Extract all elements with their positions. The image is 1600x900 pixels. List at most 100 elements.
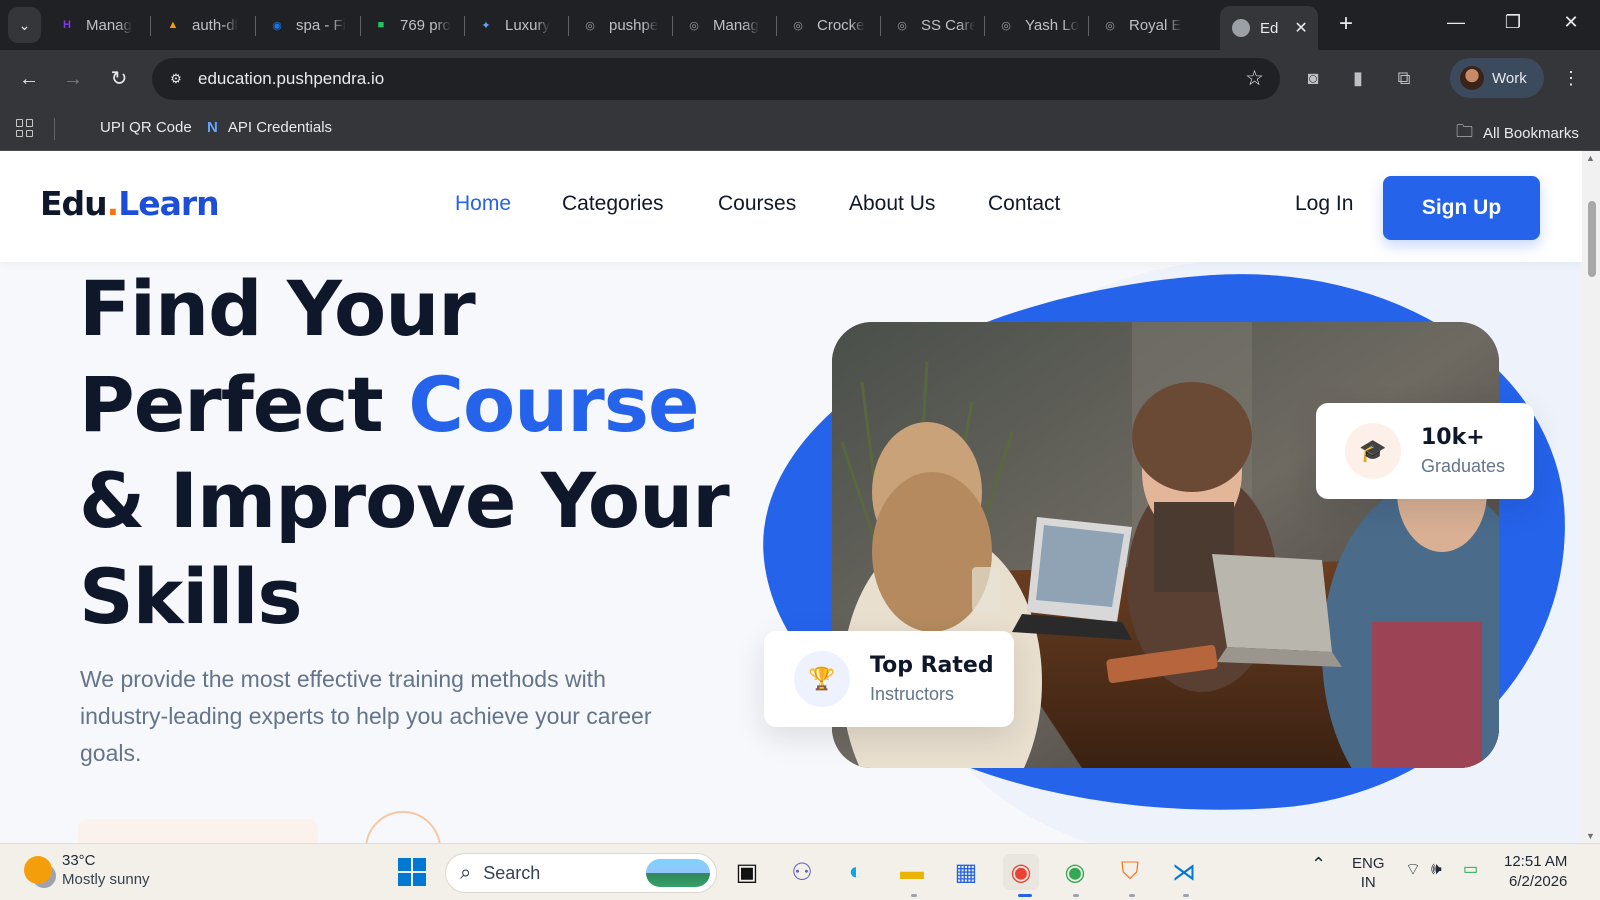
browser-tab-bar: ⌄ H Manag ▲ auth-dl ◉ spa - Fi ■ 769 pro… (0, 0, 1600, 50)
browser-tab[interactable]: H Manag (58, 8, 138, 42)
bookmarks-bar: UPI QR Code N API Credentials 🗀 All Book… (0, 106, 1600, 151)
windows-logo-icon (398, 858, 426, 886)
profile-button[interactable]: Work (1450, 58, 1544, 98)
camera-icon[interactable]: ◙ (1299, 64, 1327, 92)
scroll-down-icon[interactable]: ▼ (1586, 831, 1595, 841)
chrome-work-icon[interactable]: ◉ (1003, 854, 1039, 890)
browser-tab[interactable]: ◎ SS Care (893, 8, 975, 42)
all-bookmarks-label: All Bookmarks (1483, 125, 1579, 142)
language-indicator[interactable]: ENG IN (1352, 854, 1385, 892)
restore-icon[interactable]: ❐ (1498, 12, 1528, 33)
address-bar[interactable]: ⚙ education.pushpendra.io ☆ (152, 58, 1280, 100)
active-browser-tab[interactable]: Ed ✕ (1220, 6, 1318, 50)
clock-time: 12:51 AM (1504, 853, 1568, 870)
tab-separator (464, 16, 465, 36)
tab-separator (880, 16, 881, 36)
logo-text-edu: Edu (40, 184, 108, 223)
task-view-icon[interactable]: ▣ (729, 854, 765, 890)
running-indicator (1183, 894, 1189, 897)
headline-line-1: Find Your (79, 264, 476, 353)
site-logo[interactable]: Edu.Learn (40, 184, 220, 223)
tab-title: 769 pro (400, 16, 451, 34)
forward-arrow-icon[interactable]: → (58, 64, 88, 94)
scroll-up-icon[interactable]: ▲ (1586, 153, 1595, 163)
weather-widget[interactable]: 33°C Mostly sunny (24, 852, 150, 888)
browser-tab[interactable]: ✦ Luxury (477, 8, 559, 42)
search-highlight-image (646, 859, 710, 887)
new-tab-button[interactable]: + (1331, 10, 1361, 40)
top-rated-title: Top Rated (870, 653, 994, 678)
browser-tab[interactable]: ■ 769 pro (372, 8, 454, 42)
reload-icon[interactable]: ↻ (104, 64, 134, 94)
favicon-icon: ◎ (897, 19, 907, 32)
nav-categories[interactable]: Categories (562, 192, 664, 216)
apps-grid-icon[interactable] (16, 119, 34, 137)
back-arrow-icon[interactable]: ← (14, 64, 44, 94)
site-info-icon[interactable]: ⚙ (164, 67, 188, 91)
weather-temp: 33°C (62, 852, 96, 869)
browser-tab[interactable]: ◉ spa - Fi (268, 8, 350, 42)
cta-button-partial[interactable] (78, 819, 318, 843)
brave-icon[interactable]: ⛉ (1112, 854, 1148, 890)
login-link[interactable]: Log In (1295, 192, 1353, 216)
running-indicator (911, 894, 917, 897)
chevron-up-icon[interactable]: ⌃ (1311, 854, 1326, 875)
tab-search-button[interactable]: ⌄ (8, 7, 41, 43)
favicon-icon (1232, 19, 1250, 37)
all-bookmarks-button[interactable]: 🗀 All Bookmarks (1456, 119, 1579, 148)
logo-text-learn: Learn (118, 184, 219, 223)
teams-icon[interactable]: ⚇ (784, 854, 820, 890)
minimize-icon[interactable]: — (1441, 12, 1471, 33)
bookmark-upi-qr-code[interactable]: UPI QR Code (100, 119, 192, 136)
wifi-icon[interactable]: ⌔ (1405, 859, 1421, 880)
browser-tab[interactable]: ◎ pushpe (581, 8, 663, 42)
headline-highlight: Course (408, 360, 699, 449)
document-icon[interactable]: ▮ (1344, 64, 1372, 92)
extensions-icon[interactable]: ⧉ (1390, 64, 1418, 92)
favicon-icon: ◎ (1001, 19, 1011, 32)
chrome-profile-icon[interactable]: ◉ (1057, 854, 1093, 890)
play-button-partial[interactable] (365, 811, 441, 843)
browser-tab[interactable]: ◎ Yash Lo (997, 8, 1079, 42)
scroll-thumb[interactable] (1588, 201, 1596, 277)
bookmark-label: API Credentials (227, 119, 333, 136)
profile-label: Work (1492, 69, 1527, 87)
nav-about-us[interactable]: About Us (849, 192, 935, 216)
close-window-icon[interactable]: ✕ (1556, 12, 1586, 33)
browser-tab[interactable]: ▲ auth-dl (164, 8, 246, 42)
taskbar-search-box[interactable]: ⌕ Search (445, 853, 717, 893)
volume-icon[interactable]: 🕪 (1431, 859, 1442, 879)
headline-line-2a: Perfect (79, 360, 409, 449)
bookmark-star-icon[interactable]: ☆ (1245, 66, 1264, 91)
tab-title: pushpe (609, 16, 659, 34)
taskbar-search-placeholder: Search (483, 862, 541, 883)
weather-sun-icon (24, 856, 52, 884)
nav-contact[interactable]: Contact (988, 192, 1060, 216)
page-scrollbar[interactable]: ▲ ▼ (1582, 151, 1600, 843)
browser-tab[interactable]: ◎ Royal E (1101, 8, 1183, 42)
logo-dot: . (106, 184, 120, 223)
nav-courses[interactable]: Courses (718, 192, 796, 216)
bookmark-api-credentials[interactable]: N API Credentials (207, 119, 332, 136)
bookmark-label: UPI QR Code (100, 119, 192, 136)
browser-tab[interactable]: ◎ Manag (685, 8, 767, 42)
browser-tab[interactable]: ◎ Crocke (789, 8, 871, 42)
file-explorer-icon[interactable]: ▬ (894, 854, 930, 890)
folder-icon: 🗀 (1456, 122, 1473, 141)
microsoft-store-icon[interactable]: ▦ (948, 854, 984, 890)
vscode-icon[interactable]: ⋊ (1166, 854, 1202, 890)
favicon-icon: ✦ (481, 19, 491, 32)
favicon-icon: ◎ (1105, 19, 1115, 32)
running-indicator (1129, 894, 1135, 897)
start-button[interactable] (394, 854, 430, 890)
system-clock[interactable]: 12:51 AM 6/2/2026 (1504, 852, 1567, 892)
url-text[interactable]: education.pushpendra.io (198, 69, 384, 89)
edge-icon[interactable]: ◐ (838, 854, 874, 890)
close-tab-icon[interactable]: ✕ (1294, 18, 1307, 38)
avatar (1460, 66, 1484, 90)
nav-home[interactable]: Home (455, 192, 511, 216)
more-menu-icon[interactable]: ⋮ (1557, 64, 1585, 92)
tab-separator (150, 16, 151, 36)
signup-button[interactable]: Sign Up (1383, 176, 1540, 240)
battery-icon[interactable]: ▭ (1463, 859, 1478, 879)
